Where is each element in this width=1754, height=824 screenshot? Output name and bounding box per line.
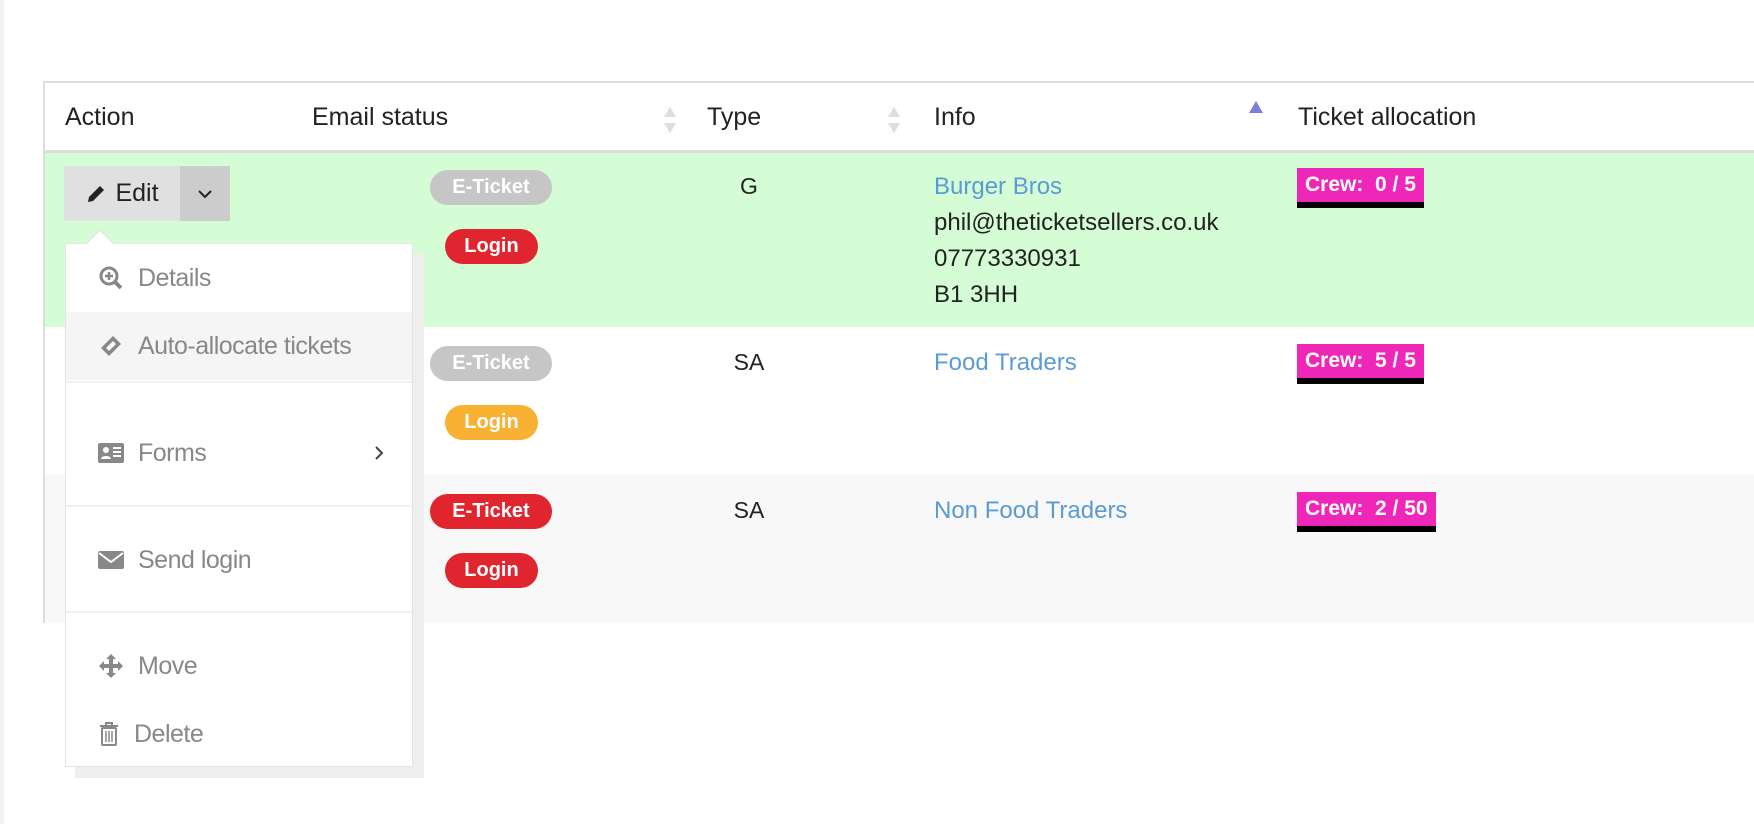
zoom-in-icon	[99, 266, 123, 290]
email-status-badge: E-Ticket	[430, 170, 552, 205]
dropdown-toggle[interactable]	[180, 166, 230, 221]
table-header: Action Email status Type Info Ticket all…	[45, 83, 1754, 153]
login-badge: Login	[445, 229, 538, 264]
trader-name-link[interactable]: Burger Bros	[934, 169, 1218, 205]
type-cell: G	[740, 173, 758, 199]
type-cell: SA	[733, 497, 765, 523]
menu-item-details[interactable]: Details	[66, 244, 412, 312]
info-cell: Non Food Traders	[934, 493, 1127, 529]
menu-divider	[66, 381, 412, 383]
trader-email: phil@theticketsellers.co.uk	[934, 209, 1219, 236]
header-ticket-allocation: Ticket allocation	[1298, 103, 1477, 131]
login-badge: Login	[445, 405, 538, 440]
pencil-icon	[88, 185, 105, 202]
menu-item-send-login[interactable]: Send login	[66, 526, 412, 594]
allocation-badge: Crew: 2 / 50	[1297, 492, 1436, 532]
menu-item-move[interactable]: Move	[66, 632, 412, 700]
edit-button[interactable]: Edit	[64, 166, 180, 221]
sort-both-icon[interactable]	[662, 105, 678, 135]
header-info[interactable]: Info	[934, 103, 976, 132]
sort-ascending-icon[interactable]	[1248, 99, 1264, 129]
menu-item-auto-allocate-tickets[interactable]: Auto-allocate tickets	[66, 312, 412, 380]
trash-icon	[100, 722, 118, 746]
envelope-icon	[98, 551, 124, 569]
menu-item-delete[interactable]: Delete	[66, 700, 412, 768]
chevron-right-icon	[375, 446, 384, 460]
edit-split-button: Edit	[64, 166, 230, 221]
menu-divider	[66, 505, 412, 507]
trader-phone: 07773330931	[934, 245, 1081, 272]
info-cell: Burger Bros phil@theticketsellers.co.uk …	[934, 169, 1218, 313]
header-email-status[interactable]: Email status	[312, 103, 448, 132]
type-cell: SA	[733, 349, 765, 375]
menu-divider	[66, 611, 412, 613]
sort-both-icon[interactable]	[886, 105, 902, 135]
trader-name-link[interactable]: Food Traders	[934, 345, 1077, 381]
ticket-icon	[101, 336, 121, 356]
edit-label: Edit	[115, 179, 159, 207]
menu-item-forms[interactable]: Forms	[66, 419, 412, 487]
email-status-badge: E-Ticket	[430, 494, 552, 529]
header-action: Action	[65, 103, 135, 131]
allocation-badge: Crew: 0 / 5	[1297, 168, 1424, 208]
trader-postcode: B1 3HH	[934, 281, 1019, 308]
menu-pointer	[86, 230, 114, 244]
login-badge: Login	[445, 553, 538, 588]
id-card-icon	[98, 443, 124, 463]
trader-name-link[interactable]: Non Food Traders	[934, 493, 1127, 529]
info-cell: Food Traders	[934, 345, 1077, 381]
email-status-badge: E-Ticket	[430, 346, 552, 381]
move-icon	[99, 654, 123, 678]
header-type[interactable]: Type	[707, 103, 761, 132]
action-dropdown-menu: Details Auto-allocate tickets Forms Send…	[65, 243, 413, 767]
allocation-badge: Crew: 5 / 5	[1297, 344, 1424, 384]
chevron-down-icon	[198, 189, 212, 198]
page-edge	[0, 0, 4, 824]
